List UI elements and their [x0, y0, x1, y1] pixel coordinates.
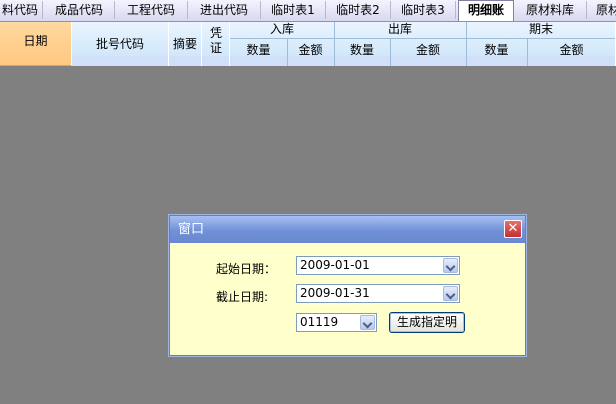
chevron-down-icon[interactable] — [360, 315, 375, 330]
column-header-batch-code[interactable]: 批号代码 — [72, 22, 169, 66]
column-header-voucher-label: 凭证 — [209, 26, 222, 55]
start-date-select[interactable]: 2009-01-01 — [296, 256, 460, 275]
tab-raw-material-2[interactable]: 原材 — [588, 1, 616, 19]
column-header-end-quantity[interactable]: 数量 — [466, 40, 527, 60]
code-select[interactable]: 01119 — [296, 313, 377, 332]
start-date-label: 起始日期： — [216, 262, 277, 276]
column-header-batch-code-label: 批号代码 — [95, 37, 144, 51]
tab-raw-material-store[interactable]: 原材料库 — [514, 1, 587, 19]
column-header-date[interactable]: 日期 — [0, 22, 72, 66]
column-header-voucher[interactable]: 凭证 — [202, 22, 230, 66]
column-header-summary-label: 摘要 — [172, 37, 197, 51]
dialog-title-bar[interactable]: 窗口 ✕ — [170, 216, 525, 243]
column-header-out-quantity[interactable]: 数量 — [334, 40, 390, 60]
generate-detail-button[interactable]: 生成指定明 — [389, 312, 465, 333]
tab-temp-table-1[interactable]: 临时表1 — [261, 1, 326, 19]
tab-detail-ledger[interactable]: 明细账 — [458, 0, 514, 21]
tab-material-code[interactable]: 料代码 — [0, 1, 43, 19]
column-header-summary[interactable]: 摘要 — [169, 22, 202, 66]
header-lower-band — [202, 56, 229, 66]
header-lower-band — [72, 56, 168, 66]
start-date-value: 2009-01-01 — [300, 258, 370, 272]
column-header-in-amount[interactable]: 金额 — [287, 40, 334, 60]
date-range-dialog: 窗口 ✕ 起始日期： 2009-01-01 截止日期: 2009-01-31 0… — [169, 215, 526, 356]
tab-temp-table-2[interactable]: 临时表2 — [326, 1, 391, 19]
code-value: 01119 — [300, 315, 339, 329]
dialog-title: 窗口 — [178, 222, 205, 237]
group-out-stock: 出库 — [387, 22, 412, 36]
end-date-select[interactable]: 2009-01-31 — [296, 284, 460, 303]
column-header-out-amount[interactable]: 金额 — [390, 40, 466, 60]
chevron-down-icon[interactable] — [443, 286, 458, 301]
close-button[interactable]: ✕ — [504, 220, 522, 238]
end-date-value: 2009-01-31 — [300, 286, 370, 300]
chevron-down-icon[interactable] — [443, 258, 458, 273]
tab-temp-table-3[interactable]: 临时表3 — [391, 1, 456, 19]
column-header-in-quantity[interactable]: 数量 — [230, 40, 287, 60]
column-group-header: 入库 出库 期末 数量 金额 数量 金额 数量 金额 — [230, 22, 616, 66]
tab-product-code[interactable]: 成品代码 — [44, 1, 115, 19]
end-date-label: 截止日期: — [216, 290, 269, 304]
tab-io-code[interactable]: 进出代码 — [188, 1, 261, 19]
group-in-stock: 入库 — [269, 22, 294, 36]
close-icon: ✕ — [507, 221, 519, 236]
column-header-date-label: 日期 — [23, 34, 48, 48]
group-ending: 期末 — [528, 22, 553, 36]
column-header-end-amount[interactable]: 金额 — [527, 40, 616, 60]
header-lower-band — [169, 56, 201, 66]
tab-project-code[interactable]: 工程代码 — [115, 1, 188, 19]
